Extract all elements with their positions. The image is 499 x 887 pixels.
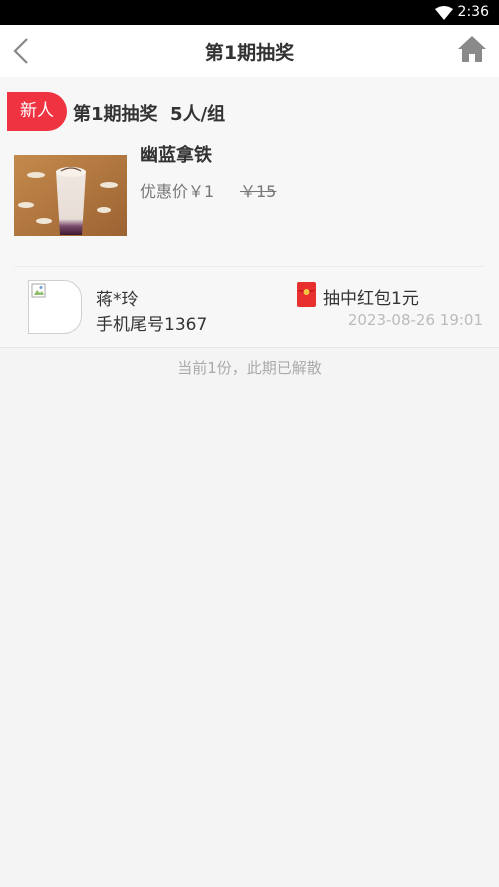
status-bar: 2:36 (0, 0, 499, 25)
divider (14, 266, 485, 267)
red-packet-icon (297, 282, 316, 307)
group-title: 第1期抽奖 5人/组 (73, 104, 226, 125)
winner-name: 蒋*玲 (96, 290, 139, 310)
latte-photo (14, 155, 127, 236)
winner-phone: 手机尾号1367 (96, 315, 208, 335)
newcomer-badge: 新人 (7, 92, 67, 131)
discount-price: 优惠价￥1 (140, 182, 215, 201)
prize-text: 抽中红包1元 (323, 289, 419, 309)
wifi-icon (435, 6, 453, 20)
status-note: 当前1份，此期已解散 (177, 359, 322, 377)
status-time: 2:36 (457, 4, 489, 20)
page-title: 第1期抽奖 (204, 42, 295, 64)
original-price: ￥15 (240, 182, 277, 201)
home-icon[interactable] (457, 35, 487, 63)
divider (0, 347, 499, 348)
win-timestamp: 2023-08-26 19:01 (347, 311, 483, 329)
avatar-broken-image (31, 283, 46, 298)
nav-bar: 第1期抽奖 (0, 25, 499, 77)
avatar (28, 280, 82, 334)
product-name: 幽蓝拿铁 (140, 145, 212, 166)
